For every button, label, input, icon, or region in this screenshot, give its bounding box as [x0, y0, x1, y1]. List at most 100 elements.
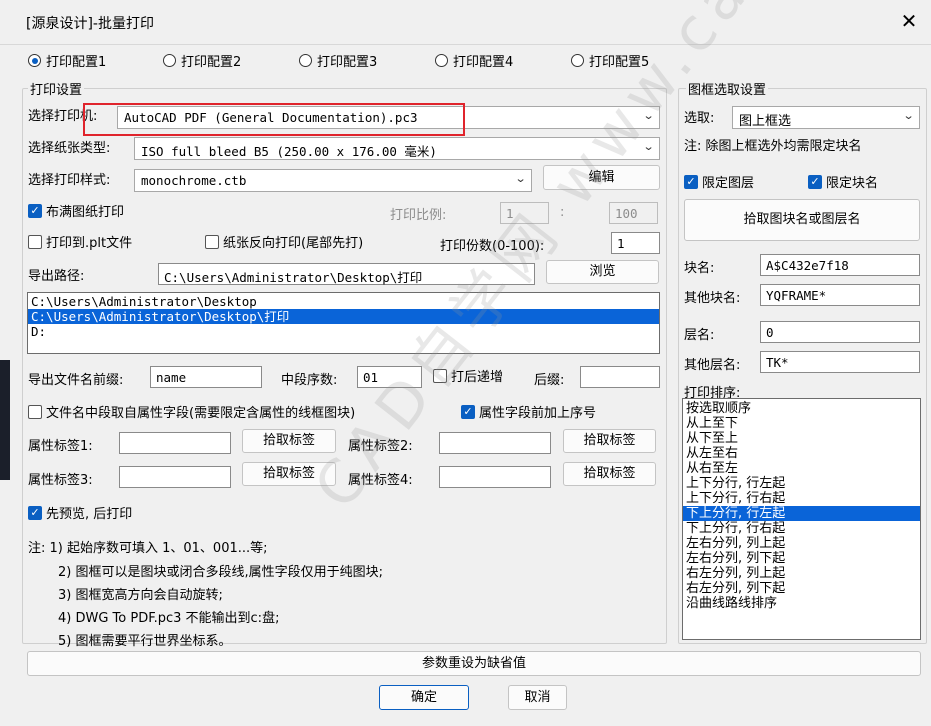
sort-item[interactable]: 右左分列, 列上起	[683, 566, 920, 581]
note-line-5: 5) 图框需要平行世界坐标系。	[58, 634, 232, 649]
reverse-label: 纸张反向打印(尾部先打)	[223, 236, 364, 251]
sort-item[interactable]: 从右至左	[683, 461, 920, 476]
list-item[interactable]: C:\Users\Administrator\Desktop\打印	[28, 309, 659, 324]
frame-note: 注: 除图上框选外均需限定块名	[684, 139, 862, 154]
pick-tag2-button[interactable]: 拾取标签	[563, 429, 656, 453]
preview-checkbox[interactable]: ✓ 先预览, 后打印	[28, 503, 132, 522]
checkbox-box	[28, 404, 42, 419]
pick-tag3-button[interactable]: 拾取标签	[242, 462, 336, 486]
pick-block-layer-button[interactable]: 拾取图块名或图层名	[684, 199, 920, 241]
other-layer-input[interactable]: TK*	[760, 351, 920, 373]
block-name-input[interactable]: A$C432e7f18	[760, 254, 920, 276]
checkbox-box	[205, 234, 219, 249]
other-block-label: 其他块名:	[684, 291, 741, 306]
attr3-input[interactable]	[119, 466, 231, 488]
radio-dot	[435, 54, 448, 67]
sort-item[interactable]: 从上至下	[683, 416, 920, 431]
sort-item[interactable]: 右左分列, 列下起	[683, 581, 920, 596]
limit-layer-checkbox[interactable]: ✓ 限定图层	[684, 172, 754, 191]
limit-layer-label: 限定图层	[702, 176, 755, 191]
scale-a-value: 1	[506, 206, 514, 221]
radio-label: 打印配置2	[181, 55, 242, 70]
attr3-label: 属性标签3:	[28, 473, 93, 488]
fill-paper-checkbox[interactable]: ✓ 布满图纸打印	[28, 201, 124, 220]
attr2-label: 属性标签2:	[348, 439, 413, 454]
list-item[interactable]: C:\Users\Administrator\Desktop	[28, 294, 659, 309]
increment-checkbox[interactable]: 打后递增	[433, 366, 503, 385]
check-icon: ✓	[461, 404, 475, 419]
radio-config-1[interactable]: 打印配置1	[28, 51, 106, 70]
style-select[interactable]: monochrome.ctb ⌄	[134, 169, 532, 192]
chevron-down-icon: ⌄	[642, 140, 655, 153]
attr-mid-checkbox[interactable]: 文件名中段取自属性字段(需要限定含属性的线框图块)	[28, 402, 355, 421]
scale-b-input[interactable]: 100	[609, 202, 658, 224]
attr4-input[interactable]	[439, 466, 551, 488]
check-icon: ✓	[28, 203, 42, 218]
browse-button[interactable]: 浏览	[546, 260, 659, 284]
pick-tag4-button[interactable]: 拾取标签	[563, 462, 656, 486]
scale-label: 打印比例:	[390, 208, 447, 223]
list-item[interactable]: D:	[28, 324, 659, 339]
layer-name-input[interactable]: 0	[760, 321, 920, 343]
radio-dot	[163, 54, 176, 67]
radio-config-2[interactable]: 打印配置2	[163, 51, 241, 70]
prefix-input[interactable]: name	[150, 366, 262, 388]
window-title: [源泉设计]-批量打印	[26, 16, 154, 32]
sort-item[interactable]: 按选取顺序	[683, 401, 920, 416]
attr-seq-checkbox[interactable]: ✓ 属性字段前加上序号	[461, 402, 596, 421]
close-icon[interactable]: ✕	[898, 10, 920, 32]
sort-item[interactable]: 左右分列, 列下起	[683, 551, 920, 566]
reset-defaults-button[interactable]: 参数重设为缺省值	[27, 651, 921, 676]
export-path-input[interactable]: C:\Users\Administrator\Desktop\打印	[158, 263, 535, 285]
check-icon: ✓	[808, 174, 822, 189]
mid-seq-input[interactable]: 01	[357, 366, 422, 388]
radio-config-5[interactable]: 打印配置5	[571, 51, 649, 70]
sort-item[interactable]: 下上分行, 行右起	[683, 521, 920, 536]
checkbox-box	[433, 368, 447, 383]
fill-paper-label: 布满图纸打印	[46, 205, 125, 220]
frame-settings-label: 图框选取设置	[686, 79, 769, 98]
increment-label: 打后递增	[451, 370, 504, 385]
sort-listbox[interactable]: 按选取顺序 从上至下 从下至上 从左至右 从右至左 上下分行, 行左起 上下分行…	[682, 398, 921, 640]
sort-item[interactable]: 上下分行, 行左起	[683, 476, 920, 491]
check-icon: ✓	[684, 174, 698, 189]
pick-mode-label: 选取:	[684, 111, 715, 126]
paper-label: 选择纸张类型:	[28, 141, 111, 156]
other-layer-label: 其他层名:	[684, 358, 741, 373]
sort-item[interactable]: 左右分列, 列上起	[683, 536, 920, 551]
sort-item[interactable]: 从左至右	[683, 446, 920, 461]
cancel-button[interactable]: 取消	[508, 685, 567, 710]
export-path-label: 导出路径:	[28, 269, 85, 284]
other-block-input[interactable]: YQFRAME*	[760, 284, 920, 306]
reverse-checkbox[interactable]: 纸张反向打印(尾部先打)	[205, 232, 363, 251]
suffix-label: 后缀:	[534, 373, 565, 388]
radio-label: 打印配置5	[589, 55, 650, 70]
limit-block-checkbox[interactable]: ✓ 限定块名	[808, 172, 878, 191]
sort-item-selected[interactable]: 下上分行, 行左起	[683, 506, 920, 521]
suffix-input[interactable]	[580, 366, 660, 388]
copies-input[interactable]: 1	[611, 232, 660, 254]
radio-config-4[interactable]: 打印配置4	[435, 51, 513, 70]
copies-value: 1	[617, 236, 625, 251]
block-name-label: 块名:	[684, 261, 715, 276]
ok-button[interactable]: 确定	[379, 685, 469, 710]
pick-mode-value: 图上框选	[739, 114, 792, 129]
other-layer-value: TK*	[766, 355, 789, 370]
sort-item[interactable]: 上下分行, 行右起	[683, 491, 920, 506]
note-line-3: 3) 图框宽高方向会自动旋转;	[58, 588, 223, 603]
print-settings-label: 打印设置	[28, 79, 85, 98]
sort-item[interactable]: 从下至上	[683, 431, 920, 446]
note-line-1: 注: 1) 起始序数可填入 1、01、001...等;	[28, 541, 268, 556]
attr2-input[interactable]	[439, 432, 551, 454]
sort-item[interactable]: 沿曲线路线排序	[683, 596, 920, 611]
pick-mode-select[interactable]: 图上框选 ⌄	[732, 106, 920, 129]
path-listbox[interactable]: C:\Users\Administrator\Desktop C:\Users\…	[27, 292, 660, 354]
plt-checkbox[interactable]: 打印到.plt文件	[28, 232, 132, 251]
attr1-input[interactable]	[119, 432, 231, 454]
export-path-value: C:\Users\Administrator\Desktop\打印	[164, 270, 423, 285]
pick-tag1-button[interactable]: 拾取标签	[242, 429, 336, 453]
edit-button[interactable]: 编辑	[543, 165, 660, 190]
paper-select[interactable]: ISO full bleed B5 (250.00 x 176.00 毫米) ⌄	[134, 137, 660, 160]
radio-config-3[interactable]: 打印配置3	[299, 51, 377, 70]
scale-a-input[interactable]: 1	[500, 202, 549, 224]
